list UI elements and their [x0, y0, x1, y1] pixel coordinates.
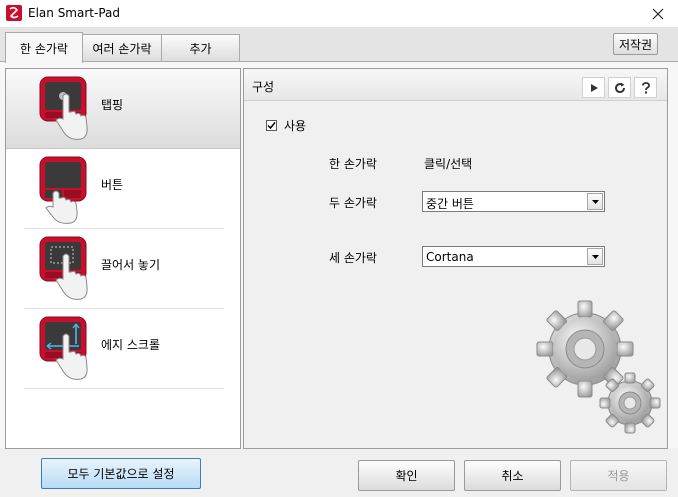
chevron-down-icon — [591, 199, 599, 204]
refresh-icon — [614, 82, 625, 93]
tab-strip: 한 손가락 여러 손가락 추가 저작권 — [0, 27, 678, 63]
config-panel: 구성 사용 한 손가락 클릭/선택 두 손가락 중간 버튼 세 손가락 Cort… — [243, 68, 668, 449]
dropdown-arrow[interactable] — [587, 193, 603, 210]
edge-scroll-icon — [39, 316, 88, 380]
close-button[interactable] — [638, 0, 678, 27]
play-demo-button[interactable] — [582, 77, 605, 98]
tab-one-finger[interactable]: 한 손가락 — [5, 32, 83, 63]
apply-button[interactable]: 적용 — [570, 460, 667, 491]
feature-label-edge-scroll: 에지 스크롤 — [101, 338, 161, 352]
feature-item-button[interactable]: 버튼 — [6, 149, 240, 229]
reset-defaults-button[interactable]: 모두 기본값으로 설정 — [41, 458, 201, 489]
copyright-button[interactable]: 저작권 — [613, 33, 658, 55]
feature-list: 탭핑 버튼 끌어서 놓기 에지 스크롤 — [5, 68, 241, 449]
gears-icon — [536, 300, 661, 434]
drag-drop-icon — [39, 236, 88, 300]
two-finger-select[interactable]: 중간 버튼 — [422, 191, 605, 212]
dropdown-arrow[interactable] — [587, 248, 603, 265]
enable-label: 사용 — [284, 119, 307, 133]
two-finger-select-value: 중간 버튼 — [426, 197, 474, 211]
tab-extra[interactable]: 추가 — [161, 34, 240, 62]
one-finger-label: 한 손가락 — [329, 157, 377, 171]
feature-item-tapping[interactable]: 탭핑 — [6, 69, 240, 149]
three-finger-select[interactable]: Cortana — [422, 246, 605, 267]
feature-label-drag-drop: 끌어서 놓기 — [101, 258, 161, 272]
two-finger-label: 두 손가락 — [329, 196, 377, 210]
feature-label-tapping: 탭핑 — [101, 98, 124, 112]
enable-checkbox[interactable] — [266, 120, 277, 131]
tap-icon — [39, 76, 88, 140]
three-finger-select-value: Cortana — [426, 250, 474, 264]
chevron-down-icon — [591, 254, 599, 259]
elan-logo-icon — [6, 5, 22, 21]
enable-row[interactable]: 사용 — [266, 117, 306, 134]
help-button[interactable] — [634, 77, 657, 98]
feature-item-drag-drop[interactable]: 끌어서 놓기 — [6, 229, 240, 309]
checkmark-icon — [267, 122, 276, 130]
title-bar: Elan Smart-Pad — [0, 0, 678, 27]
config-header: 구성 — [244, 69, 667, 101]
play-icon — [590, 83, 598, 92]
list-divider — [24, 388, 224, 389]
one-finger-value: 클릭/선택 — [424, 157, 473, 171]
refresh-button[interactable] — [608, 77, 631, 98]
help-icon — [641, 81, 650, 93]
config-title: 구성 — [252, 80, 275, 94]
three-finger-label: 세 손가락 — [329, 251, 377, 265]
tab-multi-finger[interactable]: 여러 손가락 — [82, 34, 162, 62]
feature-item-edge-scroll[interactable]: 에지 스크롤 — [6, 309, 240, 389]
button-icon — [39, 156, 87, 224]
close-icon — [652, 8, 664, 19]
cancel-button[interactable]: 취소 — [464, 460, 561, 491]
feature-label-button: 버튼 — [101, 178, 124, 192]
window-title: Elan Smart-Pad — [28, 6, 120, 20]
ok-button[interactable]: 확인 — [358, 460, 455, 491]
